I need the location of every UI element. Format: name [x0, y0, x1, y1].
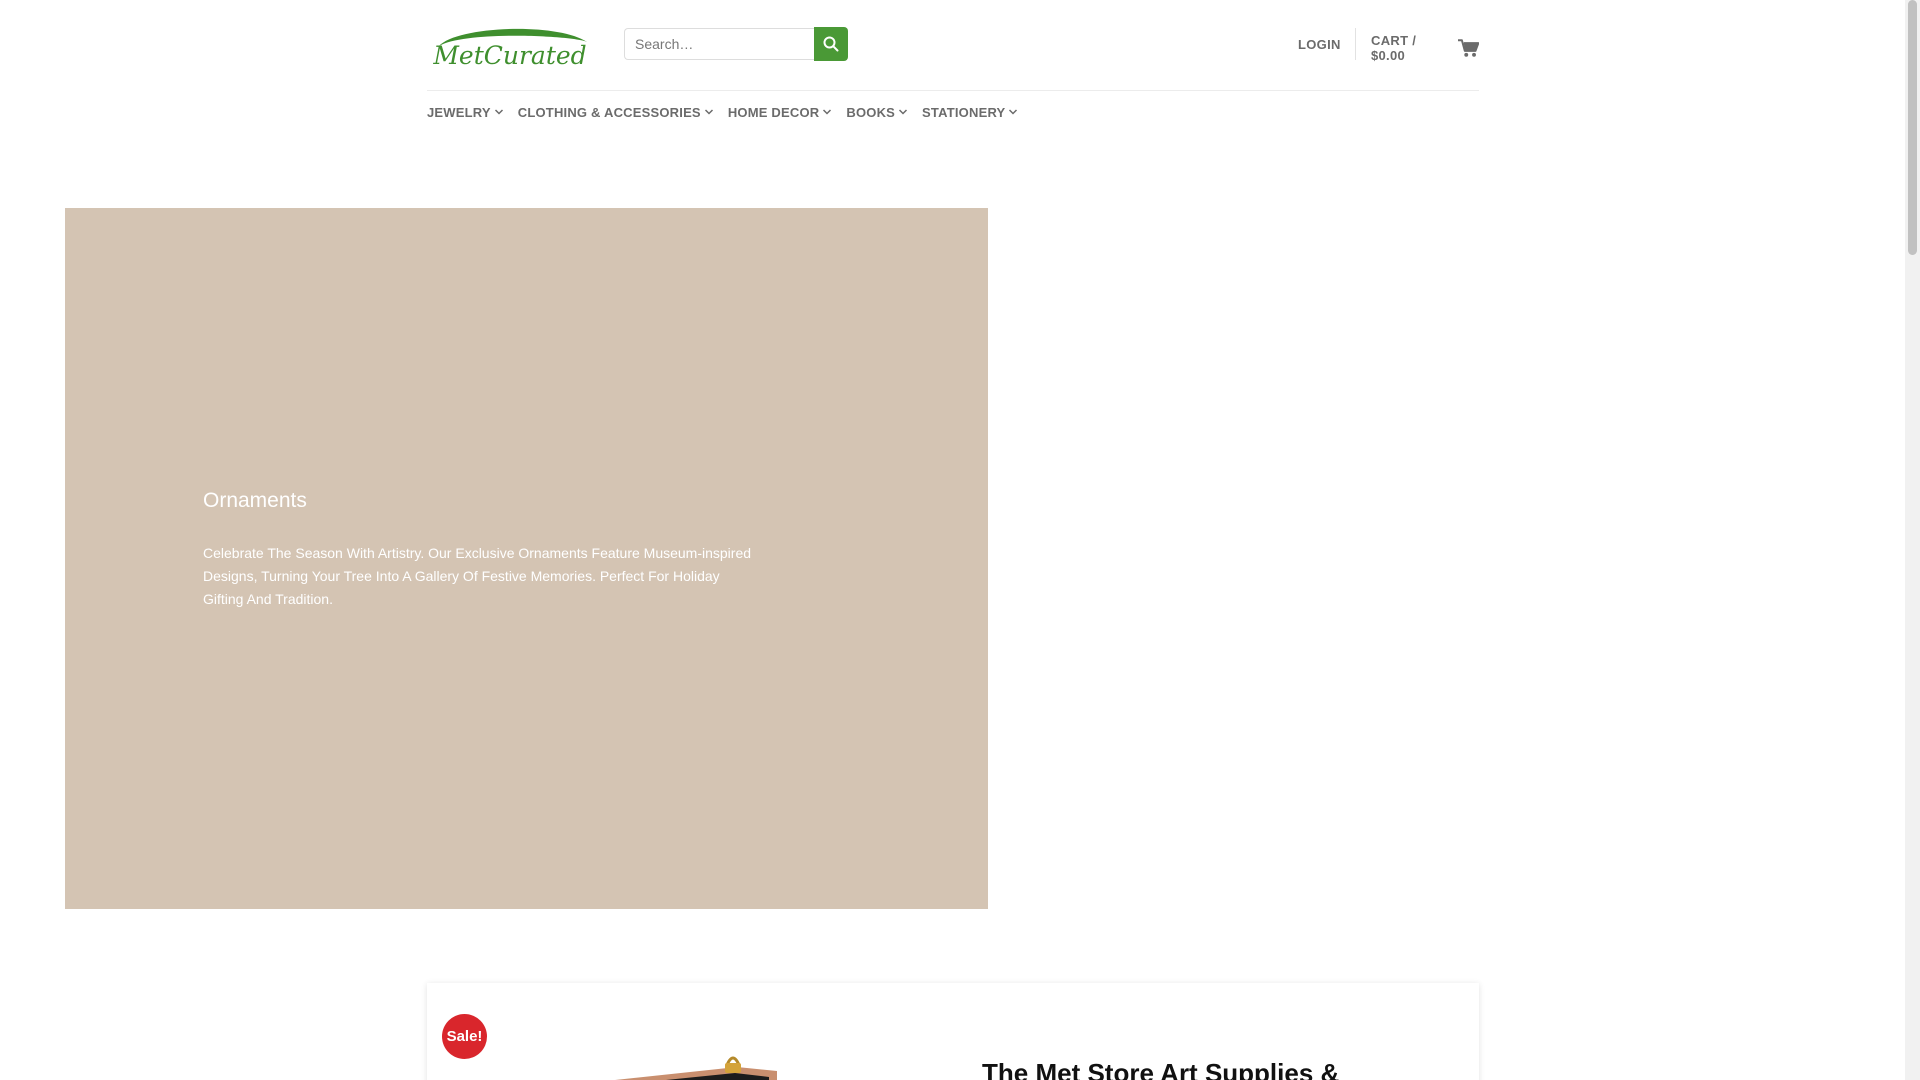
- product-title[interactable]: The Met Store Art Supplies &: [982, 1058, 1339, 1080]
- cart-label: CART / $0.00: [1371, 33, 1417, 63]
- page: MetCurated LOGIN CART / $0.00: [0, 0, 1905, 1080]
- nav-item-label: HOME DECOR: [727, 104, 820, 120]
- chevron-down-icon: [1009, 109, 1018, 115]
- search-form: [624, 27, 850, 62]
- nav-item-jewelry[interactable]: JEWELRY: [427, 105, 504, 120]
- page-scrollbar[interactable]: [1905, 0, 1920, 1080]
- login-link[interactable]: LOGIN: [1298, 37, 1341, 52]
- banner-title: Ornaments: [203, 489, 307, 512]
- search-input[interactable]: [624, 28, 814, 60]
- nav-item-stationery[interactable]: STATIONERY: [922, 105, 1018, 120]
- product-image[interactable]: [577, 1043, 777, 1080]
- chevron-down-icon: [899, 109, 908, 115]
- header-divider: [1355, 28, 1356, 60]
- logo-graphic: MetCurated: [432, 28, 587, 68]
- banner-description: Celebrate The Season With Artistry. Our …: [203, 545, 752, 607]
- product-image-graphic: [615, 1056, 777, 1080]
- site-logo[interactable]: MetCurated: [427, 20, 593, 68]
- chevron-down-icon: [494, 109, 503, 115]
- search-icon: [823, 36, 839, 52]
- ornaments-banner[interactable]: Ornaments Celebrate The Season With Arti…: [65, 208, 988, 909]
- logo-text: MetCurated: [432, 41, 586, 68]
- cart-link[interactable]: CART / $0.00: [1371, 33, 1479, 63]
- nav-item-books[interactable]: BOOKS: [846, 105, 908, 120]
- cart-icon: [1457, 39, 1479, 57]
- main-nav: JEWELRY CLOTHING & ACCESSORIES HOME DECO…: [427, 100, 1018, 124]
- chevron-down-icon: [823, 109, 832, 115]
- nav-item-home-decor[interactable]: HOME DECOR: [728, 105, 833, 120]
- search-button[interactable]: [814, 27, 848, 61]
- product-card[interactable]: Sale! The Met Store Art Supplies &: [427, 983, 1479, 1080]
- nav-item-label: BOOKS: [846, 104, 896, 120]
- nav-item-label: STATIONERY: [922, 104, 1006, 120]
- nav-item-label: CLOTHING & ACCESSORIES: [517, 104, 701, 120]
- nav-item-label: JEWELRY: [427, 104, 491, 120]
- nav-item-clothing-accessories[interactable]: CLOTHING & ACCESSORIES: [518, 105, 714, 120]
- sale-badge: Sale!: [442, 1014, 487, 1059]
- scrollbar-thumb[interactable]: [1908, 0, 1917, 255]
- site-header: MetCurated LOGIN CART / $0.00: [427, 0, 1479, 91]
- chevron-down-icon: [704, 109, 713, 115]
